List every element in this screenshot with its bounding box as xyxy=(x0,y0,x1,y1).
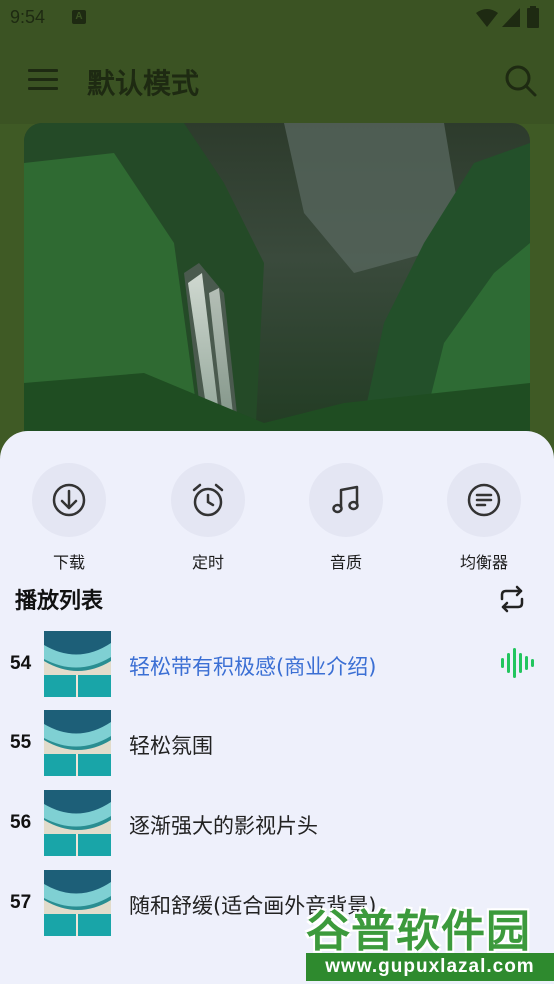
search-icon[interactable] xyxy=(504,64,538,98)
battery-icon xyxy=(527,6,539,28)
repeat-icon[interactable] xyxy=(497,585,527,613)
track-number: 57 xyxy=(10,892,32,913)
track-title: 轻松带有积极感(商业介绍) xyxy=(129,655,377,679)
playlist-item[interactable]: 56 逐渐强大的影视片头 xyxy=(0,790,554,870)
download-icon xyxy=(32,463,106,537)
alarm-clock-icon xyxy=(171,463,245,537)
track-number: 56 xyxy=(10,812,32,833)
quality-button[interactable]: 音质 xyxy=(309,463,383,573)
watermark-title: 谷普软件园 xyxy=(306,906,531,957)
app-title: 默认模式 xyxy=(87,67,200,100)
watermark-url: www.gupuxlazal.com xyxy=(306,953,554,981)
notification-a-icon: A xyxy=(72,10,86,24)
track-thumbnail xyxy=(44,631,111,697)
equalizer-button[interactable]: 均衡器 xyxy=(447,463,521,573)
track-title: 轻松氛围 xyxy=(129,734,213,758)
status-time: 9:54 xyxy=(10,7,46,27)
timer-label: 定时 xyxy=(191,553,224,572)
track-number: 54 xyxy=(10,653,32,674)
track-thumbnail xyxy=(44,710,111,776)
equalizer-label: 均衡器 xyxy=(459,553,508,572)
download-button[interactable]: 下载 xyxy=(32,463,106,573)
track-thumbnail xyxy=(44,950,111,954)
album-cover xyxy=(24,123,530,463)
playlist-title: 播放列表 xyxy=(15,589,104,614)
track-title: 逐渐强大的影视片头 xyxy=(129,814,318,838)
now-playing-icon xyxy=(501,648,534,678)
watermark: 谷普软件园 www.gupuxlazal.com xyxy=(306,895,554,984)
playlist-item[interactable]: 55 轻松氛围 xyxy=(0,710,554,790)
track-thumbnail xyxy=(44,870,111,936)
download-label: 下载 xyxy=(52,553,85,572)
timer-button[interactable]: 定时 xyxy=(171,463,245,573)
cover-image xyxy=(24,123,530,463)
app-bar: 默认模式 xyxy=(0,36,554,124)
track-thumbnail xyxy=(44,790,111,856)
music-note-icon xyxy=(309,463,383,537)
track-number: 55 xyxy=(10,732,32,753)
menu-icon[interactable] xyxy=(28,69,58,91)
status-bar: 9:54 A xyxy=(0,0,554,36)
quality-label: 音质 xyxy=(329,553,362,572)
playlist-item[interactable]: 54 轻松带有积极感(商业介绍) xyxy=(0,631,554,711)
signal-icon xyxy=(502,8,520,27)
equalizer-icon xyxy=(447,463,521,537)
wifi-icon xyxy=(476,9,498,27)
